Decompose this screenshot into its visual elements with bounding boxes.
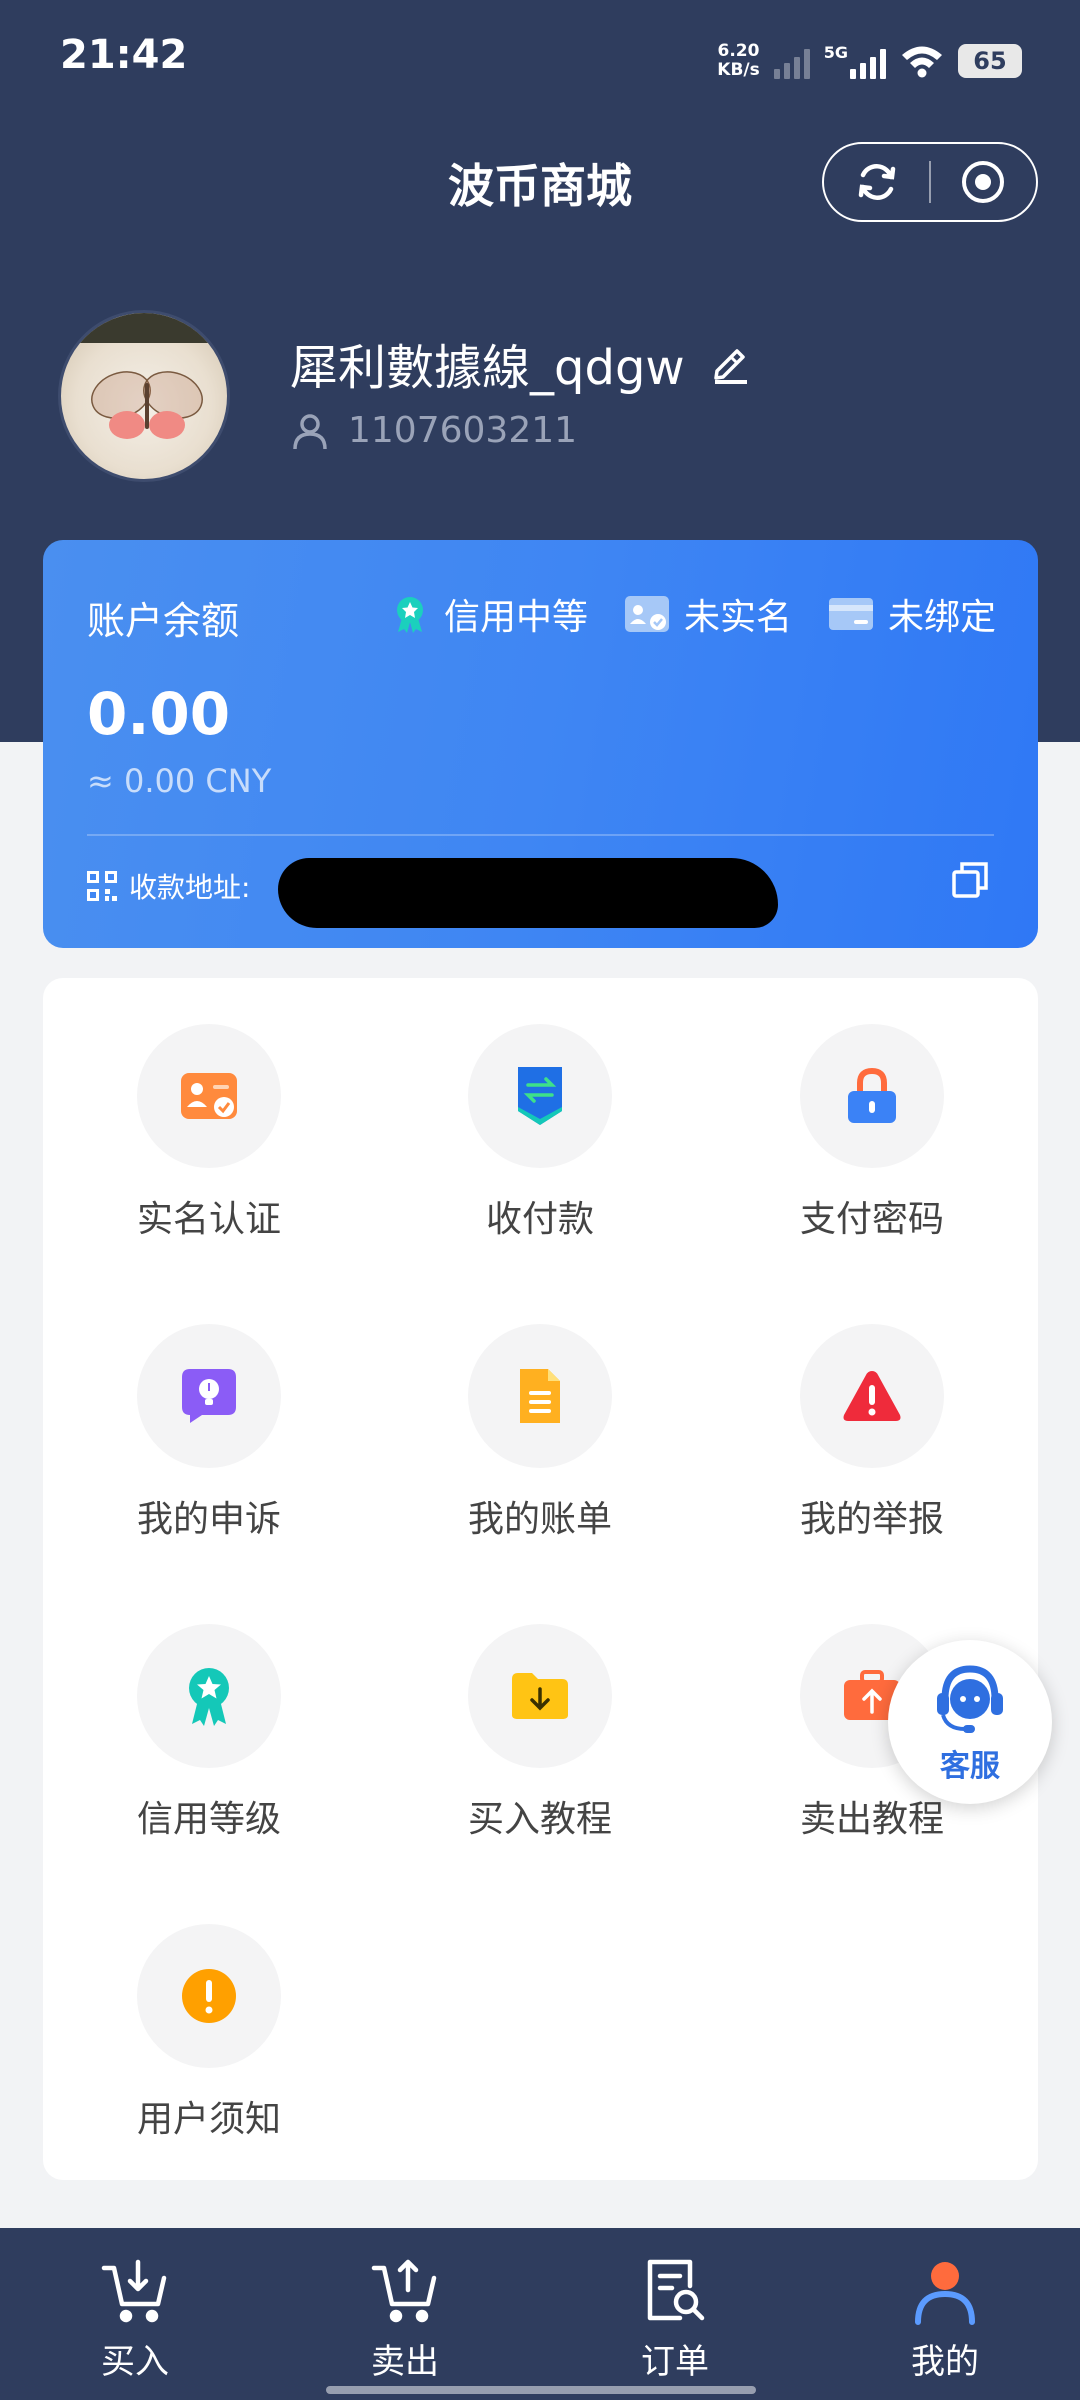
cart-out-icon	[371, 2259, 437, 2323]
menu-payment[interactable]: 收付款	[420, 1024, 660, 1242]
username-row: 犀利數據線_qdgw	[290, 328, 753, 398]
address-redaction	[278, 858, 778, 928]
buy-guide-icon	[512, 1673, 568, 1719]
nav-orders[interactable]: 订单	[540, 2228, 810, 2400]
nav-mine[interactable]: 我的	[810, 2228, 1080, 2400]
menu-my-report[interactable]: 我的举报	[752, 1324, 992, 1542]
headset-agent-icon	[937, 1665, 1003, 1733]
notice-icon	[182, 1969, 236, 2023]
balance-cny: ≈ 0.00 CNY	[87, 762, 272, 800]
realname-badge[interactable]: 未实名	[624, 588, 792, 640]
wifi-icon	[902, 46, 942, 78]
refresh-icon	[858, 164, 895, 200]
address-row: 收款地址:	[87, 866, 250, 906]
net-speed: 6.20 KB/s	[717, 41, 760, 80]
menu-pay-password[interactable]: 支付密码	[752, 1024, 992, 1242]
balance-card: 账户余额 信用中等 未实名 未绑定 0.00 ≈ 0.00 CNY 收款地址:	[43, 540, 1038, 948]
bank-card-icon	[828, 598, 873, 630]
edit-icon[interactable]	[709, 341, 753, 385]
bill-icon	[520, 1369, 560, 1423]
nav-sell[interactable]: 卖出	[270, 2228, 540, 2400]
miniapp-capsule	[822, 142, 1038, 222]
signal-1-icon	[773, 43, 810, 79]
realname-icon	[181, 1073, 237, 1119]
customer-service-label: 客服	[940, 1749, 1000, 1784]
cart-in-icon	[101, 2259, 167, 2323]
lock-icon	[848, 1067, 896, 1123]
appeal-icon	[182, 1369, 236, 1423]
battery-icon: 65	[958, 44, 1022, 78]
menu-credit-level[interactable]: 信用等级	[89, 1624, 329, 1842]
warning-icon	[843, 1371, 901, 1421]
id-card-icon	[624, 596, 669, 632]
avatar[interactable]	[58, 310, 230, 482]
user-id: 1107603211	[348, 410, 578, 451]
nav-buy[interactable]: 买入	[0, 2228, 270, 2400]
profile-icon	[915, 2262, 975, 2325]
balance-label: 账户余额	[87, 599, 240, 643]
signal-5g-icon: 5G	[824, 43, 886, 79]
username: 犀利數據線_qdgw	[290, 340, 685, 396]
menu-user-notice[interactable]: 用户须知	[89, 1924, 329, 2142]
refresh-button[interactable]	[824, 144, 929, 220]
status-bar: 21:42 6.20 KB/s 5G 65	[0, 0, 1080, 120]
status-badges: 信用中等 未实名 未绑定	[390, 588, 996, 640]
function-grid: 实名认证 收付款 支付密码 我的申诉 我的账单 我的举报 信用等级 买入教程 卖…	[43, 978, 1038, 2180]
medal-icon	[396, 597, 423, 633]
home-indicator	[326, 2386, 756, 2394]
close-miniapp-button[interactable]	[931, 144, 1036, 220]
balance-amount: 0.00	[87, 680, 231, 748]
credit-medal-icon	[189, 1668, 229, 1726]
menu-my-bill[interactable]: 我的账单	[420, 1324, 660, 1542]
menu-buy-guide[interactable]: 买入教程	[420, 1624, 660, 1842]
menu-realname-auth[interactable]: 实名认证	[89, 1024, 329, 1242]
status-icons: 6.20 KB/s 5G 65	[717, 36, 1022, 86]
user-id-row: 1107603211	[290, 410, 577, 451]
bottom-navigation: 买入 卖出 订单 我的	[0, 2228, 1080, 2400]
user-icon	[293, 413, 327, 449]
address-label: 收款地址:	[129, 871, 251, 904]
credit-badge[interactable]: 信用中等	[390, 588, 588, 640]
order-search-icon	[647, 2259, 705, 2321]
bind-badge[interactable]: 未绑定	[828, 588, 996, 640]
card-divider	[87, 834, 994, 836]
menu-my-appeal[interactable]: 我的申诉	[89, 1324, 329, 1542]
customer-service-button[interactable]: 客服	[888, 1640, 1052, 1804]
butterfly-image	[61, 313, 227, 439]
qrcode-icon	[87, 871, 117, 901]
status-time: 21:42	[60, 32, 188, 78]
target-icon	[962, 161, 1005, 203]
copy-icon	[952, 862, 988, 898]
transfer-icon	[518, 1067, 562, 1125]
copy-address-button[interactable]	[950, 860, 990, 904]
